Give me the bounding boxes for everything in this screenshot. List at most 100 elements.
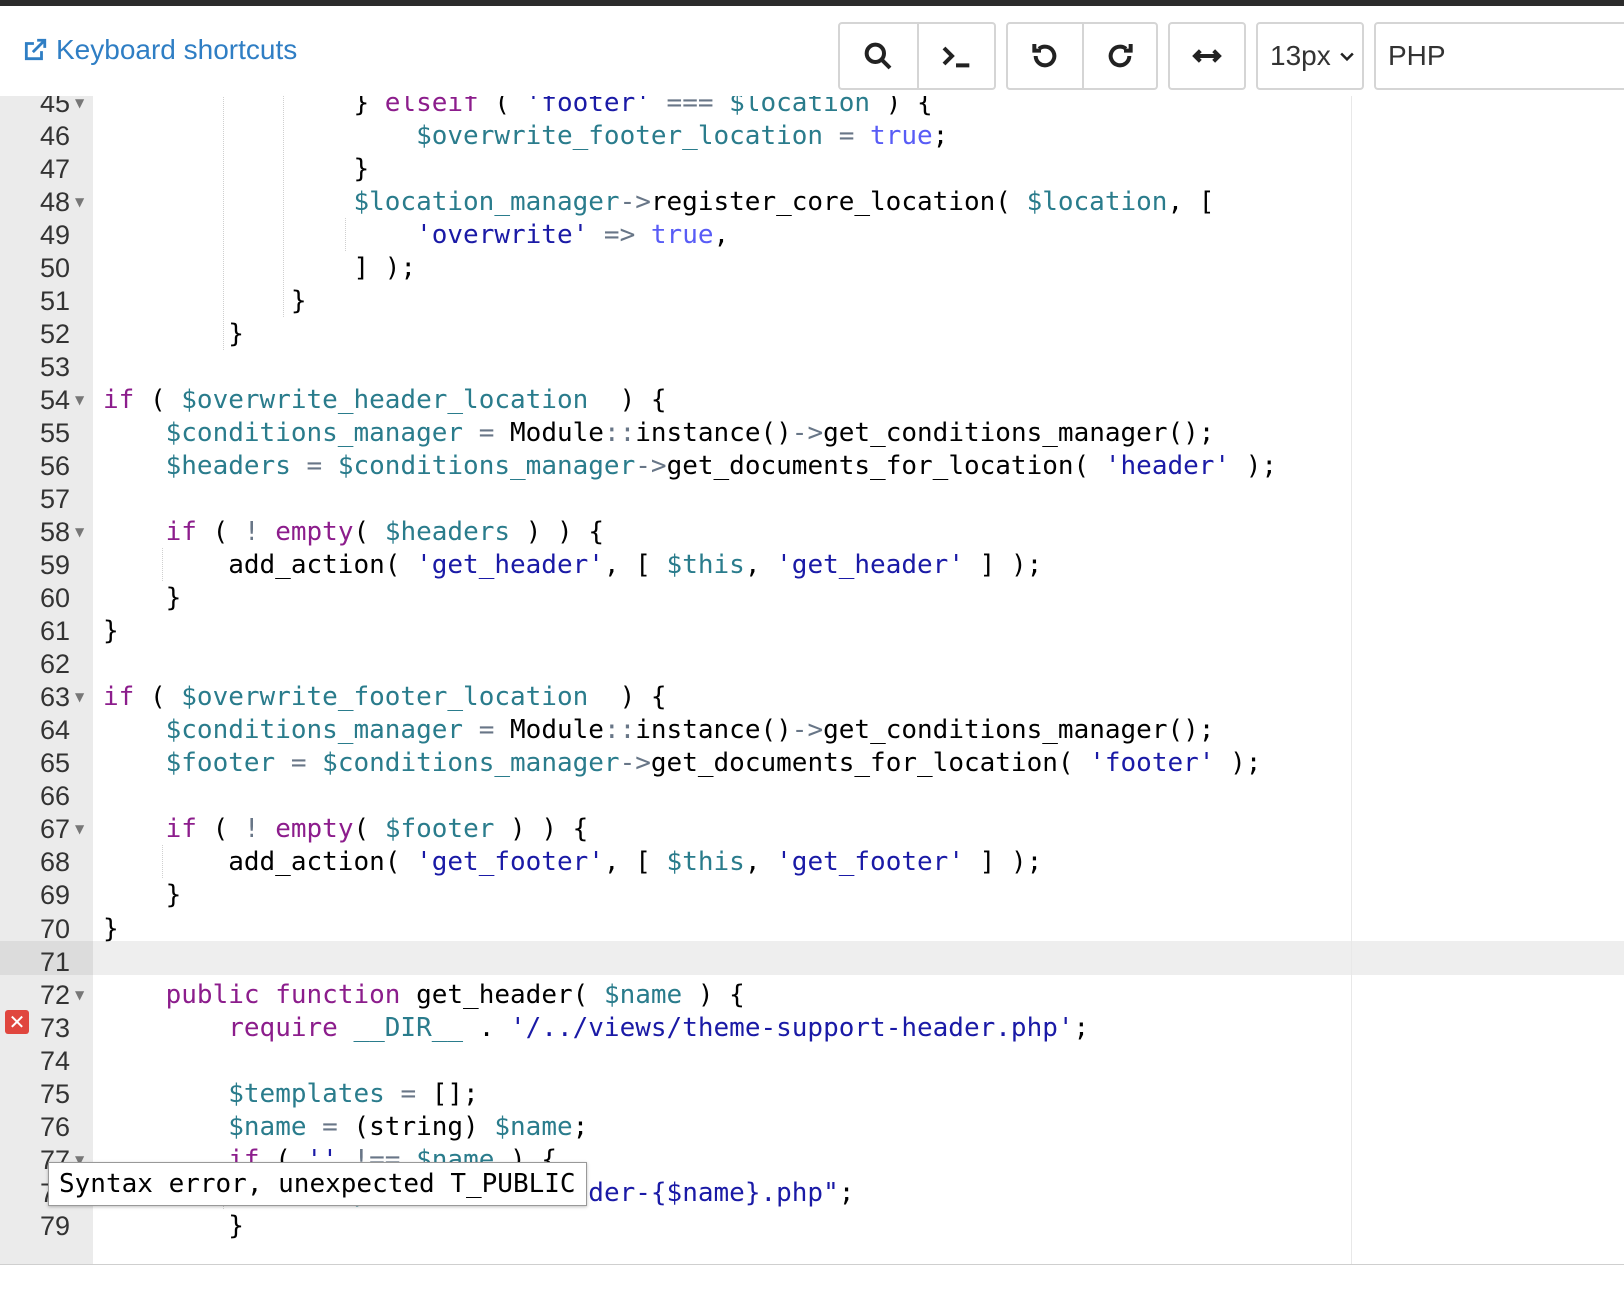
code-line: 49 'overwrite' => true,	[0, 218, 1624, 252]
code-token: ::	[603, 418, 636, 449]
wrap-group	[1168, 22, 1246, 90]
fold-toggle-icon[interactable]: ▼	[75, 96, 84, 120]
line-number: 48	[39, 187, 70, 218]
code-token: =	[290, 748, 307, 779]
code-line: 45 ▼ } elseif ( 'footer' === $location ) …	[0, 96, 1624, 120]
code-token: get_documents_for_location(	[650, 748, 1090, 779]
code-token: ->	[791, 715, 824, 746]
code-token: function	[275, 979, 401, 1010]
code-line: 71	[0, 945, 1624, 979]
fold-toggle-icon[interactable]: ▼	[75, 515, 84, 549]
code-token: Module	[494, 715, 604, 746]
search-icon	[865, 42, 892, 70]
code-token: get_header(	[400, 979, 604, 1010]
code-token: =	[838, 121, 855, 152]
line-number: 46	[39, 121, 70, 152]
code-token: $conditions_manager	[165, 715, 464, 746]
indent-guide	[162, 548, 163, 582]
language-select[interactable]: PHP	[1374, 22, 1624, 90]
code-token: }	[103, 583, 182, 614]
fold-toggle-icon[interactable]: ▼	[75, 680, 84, 714]
fold-toggle-icon[interactable]: ▼	[75, 185, 84, 219]
line-number: 62	[39, 649, 70, 680]
code-token: 'footer'	[525, 96, 651, 118]
code-token: get_documents_for_location(	[666, 451, 1105, 482]
code-token: $name	[228, 1111, 307, 1142]
code-token: $footer	[165, 748, 276, 779]
keyboard-shortcuts-link[interactable]: Keyboard shortcuts	[22, 34, 297, 66]
undo-button[interactable]	[1008, 24, 1082, 88]
toggle-wrap-button[interactable]	[1170, 24, 1244, 88]
code-line: 68 add_action( 'get_footer', [ $this, 'g…	[0, 845, 1624, 879]
code-token: ] );	[103, 253, 417, 284]
code-token: 'get_header'	[416, 550, 604, 581]
line-number: 55	[39, 418, 70, 449]
line-number: 75	[39, 1078, 70, 1109]
code-token: =	[322, 1111, 338, 1142]
code-token: 'get_footer'	[776, 847, 964, 878]
code-token: $location	[1026, 187, 1168, 218]
line-number: 60	[39, 583, 70, 614]
search-button[interactable]	[840, 24, 917, 88]
code-line: 79 }	[0, 1209, 1624, 1243]
code-line: 60 }	[0, 581, 1624, 615]
font-size-select[interactable]: 13px	[1256, 22, 1364, 90]
code-token: =	[306, 451, 323, 482]
code-line: 57	[0, 482, 1624, 516]
code-line: 55 $conditions_manager = Module::instanc…	[0, 416, 1624, 450]
font-size-value: 13px	[1270, 40, 1331, 71]
line-code: }	[103, 581, 182, 615]
history-group	[1006, 22, 1158, 90]
code-token: );	[1214, 748, 1262, 779]
fold-toggle-icon[interactable]: ▼	[75, 812, 84, 846]
code-token: get_conditions_manager();	[823, 715, 1215, 746]
code-token: ] );	[963, 847, 1043, 878]
horizontal-arrows-icon	[1192, 49, 1222, 63]
code-token: , [	[1167, 187, 1215, 218]
code-token: 'header'	[1104, 451, 1231, 482]
line-number: 76	[39, 1111, 70, 1142]
code-token: ,	[744, 550, 777, 581]
line-number: 70	[39, 913, 70, 944]
code-token: , [	[603, 550, 667, 581]
indent-guide	[345, 218, 346, 252]
line-number: 61	[39, 616, 70, 647]
code-token: );	[1230, 451, 1278, 482]
code-line: 46 $overwrite_footer_location = true;	[0, 119, 1624, 153]
code-line: 59 add_action( 'get_header', [ $this, 'g…	[0, 548, 1624, 582]
fold-toggle-icon[interactable]: ▼	[75, 383, 84, 417]
code-line: 64 $conditions_manager = Module::instanc…	[0, 713, 1624, 747]
line-code: public function get_header( $name ) {	[103, 978, 745, 1012]
keyboard-shortcuts-label: Keyboard shortcuts	[56, 34, 298, 65]
redo-button[interactable]	[1081, 24, 1156, 88]
code-line: 69 }	[0, 878, 1624, 912]
code-line: 53	[0, 350, 1624, 384]
code-token: , [	[603, 847, 667, 878]
line-code: } elseif ( 'footer' === $location ) {	[103, 96, 932, 120]
line-code: }	[103, 614, 119, 648]
code-editor[interactable]: 45 ▼ } elseif ( 'footer' === $location ) …	[0, 96, 1624, 1264]
code-token: =	[400, 1078, 417, 1109]
code-token: add_action(	[103, 847, 417, 878]
code-token: ->	[619, 187, 651, 218]
code-token: $headers	[384, 517, 511, 548]
error-icon[interactable]: ✕	[5, 1010, 29, 1034]
code-token: true	[650, 220, 714, 251]
code-token: ;	[932, 121, 949, 152]
code-line: 67 ▼ if ( ! empty( $footer ) ) {	[0, 812, 1624, 846]
code-token: Module	[494, 418, 604, 449]
code-token: if	[103, 682, 135, 713]
command-palette-button[interactable]	[916, 24, 994, 88]
line-number: 63	[39, 682, 70, 713]
line-code: require __DIR__ . '/../views/theme-suppo…	[103, 1011, 1089, 1045]
fold-toggle-icon[interactable]: ▼	[75, 978, 84, 1012]
code-token: =>	[603, 220, 636, 251]
